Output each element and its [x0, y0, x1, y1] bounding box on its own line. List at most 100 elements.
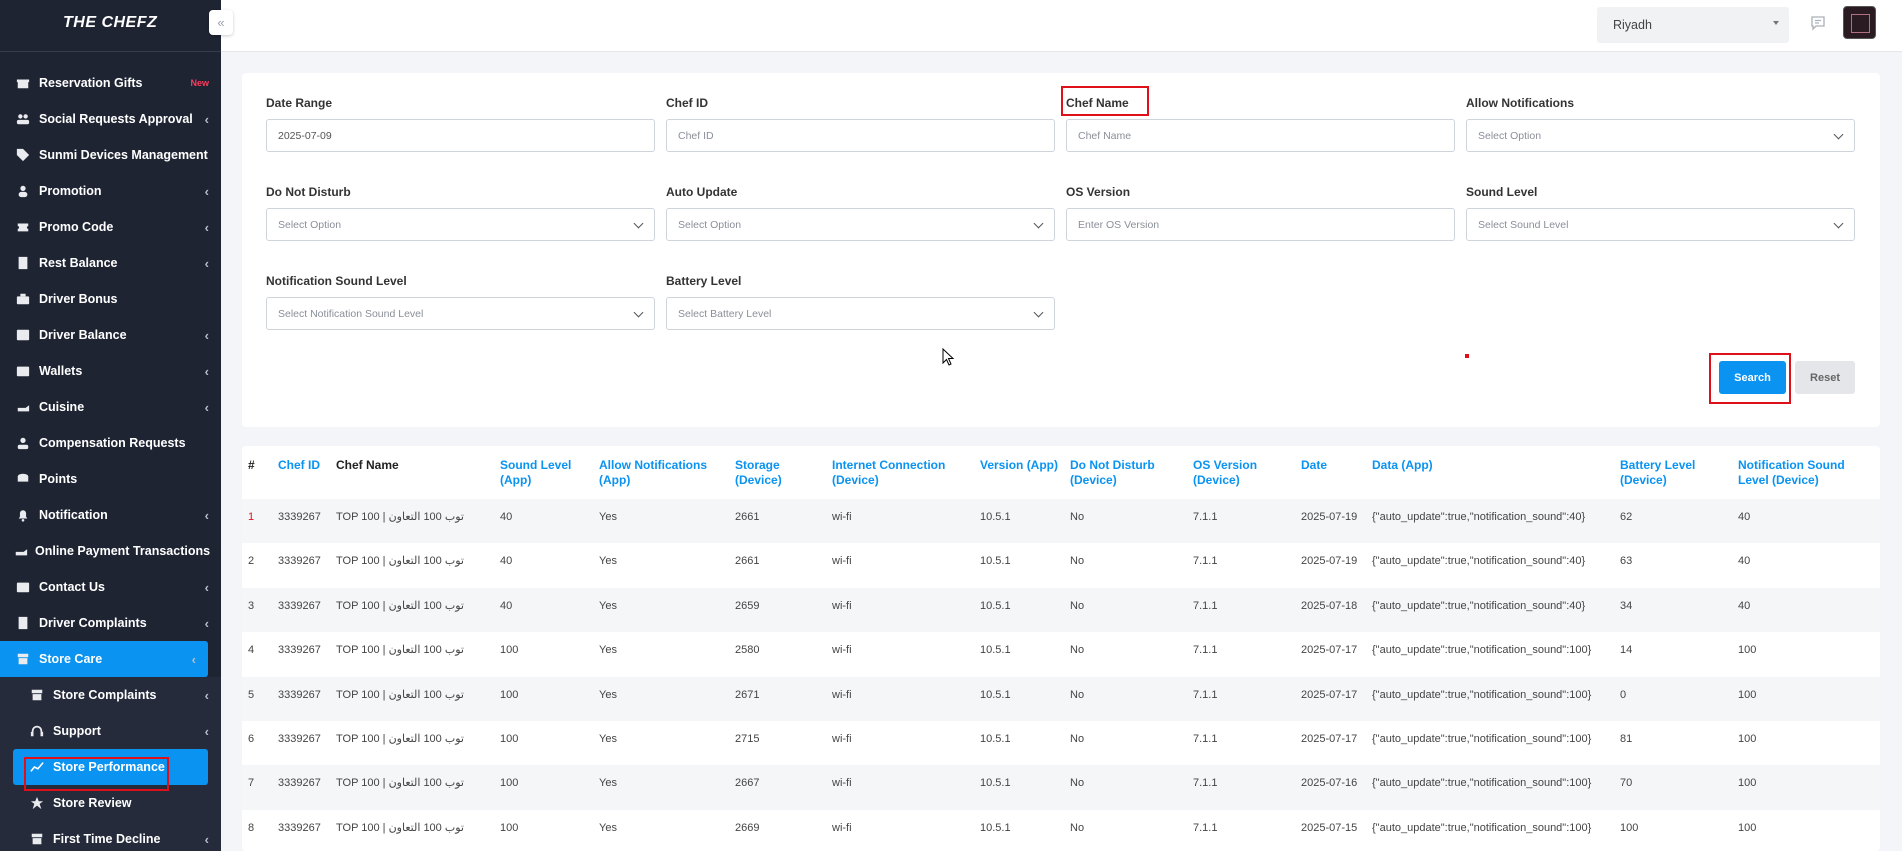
sidebar-item-label: Rest Balance	[39, 256, 118, 270]
sidebar-item-first-time-decline[interactable]: First Time Decline ‹	[0, 821, 221, 851]
column-header[interactable]: Date	[1295, 446, 1366, 499]
column-header[interactable]: Internet Connection (Device)	[826, 446, 974, 499]
sidebar-item-driver-bonus[interactable]: Driver Bonus	[0, 281, 221, 317]
chef-id-label: Chef ID	[666, 96, 708, 110]
sidebar-item-online-payment-transactions[interactable]: Online Payment Transactions	[0, 533, 221, 569]
column-header[interactable]: Notification Sound Level (Device)	[1732, 446, 1880, 499]
column-header[interactable]: Do Not Disturb (Device)	[1064, 446, 1187, 499]
sidebar-item-driver-balance[interactable]: Driver Balance ‹	[0, 317, 221, 353]
avatar[interactable]	[1843, 6, 1876, 39]
city-select[interactable]: Riyadh	[1597, 7, 1789, 43]
table-cell: 70	[1614, 765, 1732, 810]
sidebar-item-support[interactable]: Support ‹	[0, 713, 221, 749]
column-header[interactable]: Version (App)	[974, 446, 1064, 499]
auto-update-select[interactable]: Select Option	[666, 208, 1055, 241]
table-cell: No	[1064, 676, 1187, 721]
notification-sound-level-select[interactable]: Select Notification Sound Level	[266, 297, 655, 330]
sidebar-item-wallets[interactable]: Wallets ‹	[0, 353, 221, 389]
chevron-down-icon	[633, 307, 644, 318]
table-cell: 3339267	[278, 555, 321, 568]
os-version-input[interactable]: Enter OS Version	[1066, 208, 1455, 241]
sidebar-item-promotion[interactable]: Promotion ‹	[0, 173, 221, 209]
battery-level-value: Select Battery Level	[678, 307, 772, 320]
battery-level-select[interactable]: Select Battery Level	[666, 297, 1055, 330]
column-header[interactable]: Storage (Device)	[729, 446, 826, 499]
sidebar-item-store-performance[interactable]: Store Performance	[13, 749, 208, 785]
sidebar-item-label: Store Care	[39, 652, 103, 666]
sidebar-item-store-complaints[interactable]: Store Complaints ‹	[0, 677, 221, 713]
table-cell: 2025-07-17	[1301, 732, 1358, 745]
table-cell: 81	[1620, 732, 1633, 745]
reset-button[interactable]: Reset	[1795, 361, 1855, 394]
table-cell: Yes	[593, 499, 729, 544]
column-header[interactable]: Battery Level (Device)	[1614, 446, 1732, 499]
table-cell: 100	[1738, 644, 1757, 657]
column-header[interactable]: Chef ID	[272, 446, 330, 499]
sidebar-item-reservation-gifts[interactable]: Reservation Gifts New	[0, 65, 221, 101]
table-cell: 2661	[735, 555, 760, 568]
column-header[interactable]: Sound Level (App)	[494, 446, 593, 499]
table-cell: 40	[494, 499, 593, 544]
column-header[interactable]: Data (App)	[1366, 446, 1614, 499]
column-header[interactable]: Allow Notifications (App)	[593, 446, 729, 499]
table-cell: 2	[248, 555, 255, 568]
users-icon	[14, 111, 32, 127]
sidebar-item-cuisine[interactable]: Cuisine ‹	[0, 389, 221, 425]
sidebar-item-store-care[interactable]: Store Care ‹	[0, 641, 208, 677]
table-cell: 3339267	[272, 587, 330, 633]
table-cell: 10.5.1	[980, 644, 1011, 657]
table-cell: No	[1070, 732, 1085, 745]
table-row: 7 3339267 TOP 100 | توب 100 التعاون 100 Yes 2…	[242, 765, 1880, 810]
column-header[interactable]: OS Version (Device)	[1187, 446, 1295, 499]
store-icon	[28, 687, 46, 703]
sidebar-item-rest-balance[interactable]: Rest Balance ‹	[0, 245, 221, 281]
table-cell: 3339267	[278, 732, 321, 745]
chevron-down-icon	[1833, 218, 1844, 229]
table-cell: 2580	[735, 644, 760, 657]
sidebar-nav: Reservation Gifts New Social Requests Appr…	[0, 65, 221, 851]
table-cell: 7.1.1	[1193, 821, 1218, 834]
chevron-left-icon: ‹	[191, 651, 196, 667]
sidebar-divider	[0, 51, 221, 52]
sidebar-item-compensation-requests[interactable]: Compensation Requests	[0, 425, 221, 461]
sound-level-value: Select Sound Level	[1478, 218, 1569, 231]
sidebar-item-social-requests-approval[interactable]: Social Requests Approval ‹	[0, 101, 221, 137]
sidebar-item-notification[interactable]: Notification ‹	[0, 497, 221, 533]
sidebar-item-label: First Time Decline	[53, 832, 161, 846]
date-range-field: Date Range 2025-07-09	[266, 96, 655, 152]
table-cell: 10.5.1	[974, 676, 1064, 721]
sidebar-item-sunmi-devices-management[interactable]: Sunmi Devices Management	[0, 137, 221, 173]
sidebar-item-store-review[interactable]: Store Review	[0, 785, 221, 821]
sidebar-item-promo-code[interactable]: Promo Code ‹	[0, 209, 221, 245]
chef-name-input[interactable]: Chef Name	[1066, 119, 1455, 152]
allow-notifications-value: Select Option	[1478, 129, 1542, 142]
do-not-disturb-select[interactable]: Select Option	[266, 208, 655, 241]
sidebar-item-points[interactable]: Points	[0, 461, 221, 497]
table-cell: 10.5.1	[980, 555, 1011, 568]
table-cell: 10.5.1	[974, 499, 1064, 544]
table-cell: 2659	[729, 587, 826, 633]
column-header[interactable]: Chef Name	[330, 446, 494, 499]
message-icon[interactable]	[1810, 15, 1826, 31]
sidebar-item-label: Contact Us	[39, 580, 105, 594]
chef-id-field: Chef ID Chef ID	[666, 96, 1055, 152]
table-cell: 3339267	[278, 644, 321, 657]
collapse-sidebar-button[interactable]: «	[209, 10, 233, 35]
table-row: 3 3339267 TOP 100 | توب 100 التعاون 40 Yes 26…	[242, 587, 1880, 633]
date-range-input[interactable]: 2025-07-09	[266, 119, 655, 152]
allow-notifications-field: Allow Notifications Select Option	[1466, 96, 1855, 152]
star-icon	[28, 795, 46, 811]
chevron-left-icon: ‹	[204, 507, 209, 523]
table-cell: 7	[242, 765, 272, 810]
sidebar-item-label: Points	[39, 472, 78, 486]
sidebar-item-label: Promo Code	[39, 220, 114, 234]
sound-level-select[interactable]: Select Sound Level	[1466, 208, 1855, 241]
search-button[interactable]: Search	[1719, 361, 1786, 394]
chef-id-input[interactable]: Chef ID	[666, 119, 1055, 152]
sidebar-item-contact-us[interactable]: Contact Us ‹	[0, 569, 221, 605]
chef-name-field: Chef Name Chef Name	[1066, 96, 1455, 152]
sidebar-item-label: Store Performance	[53, 760, 165, 774]
table-cell: Yes	[599, 555, 617, 568]
allow-notifications-select[interactable]: Select Option	[1466, 119, 1855, 152]
sidebar-item-driver-complaints[interactable]: Driver Complaints ‹	[0, 605, 221, 641]
